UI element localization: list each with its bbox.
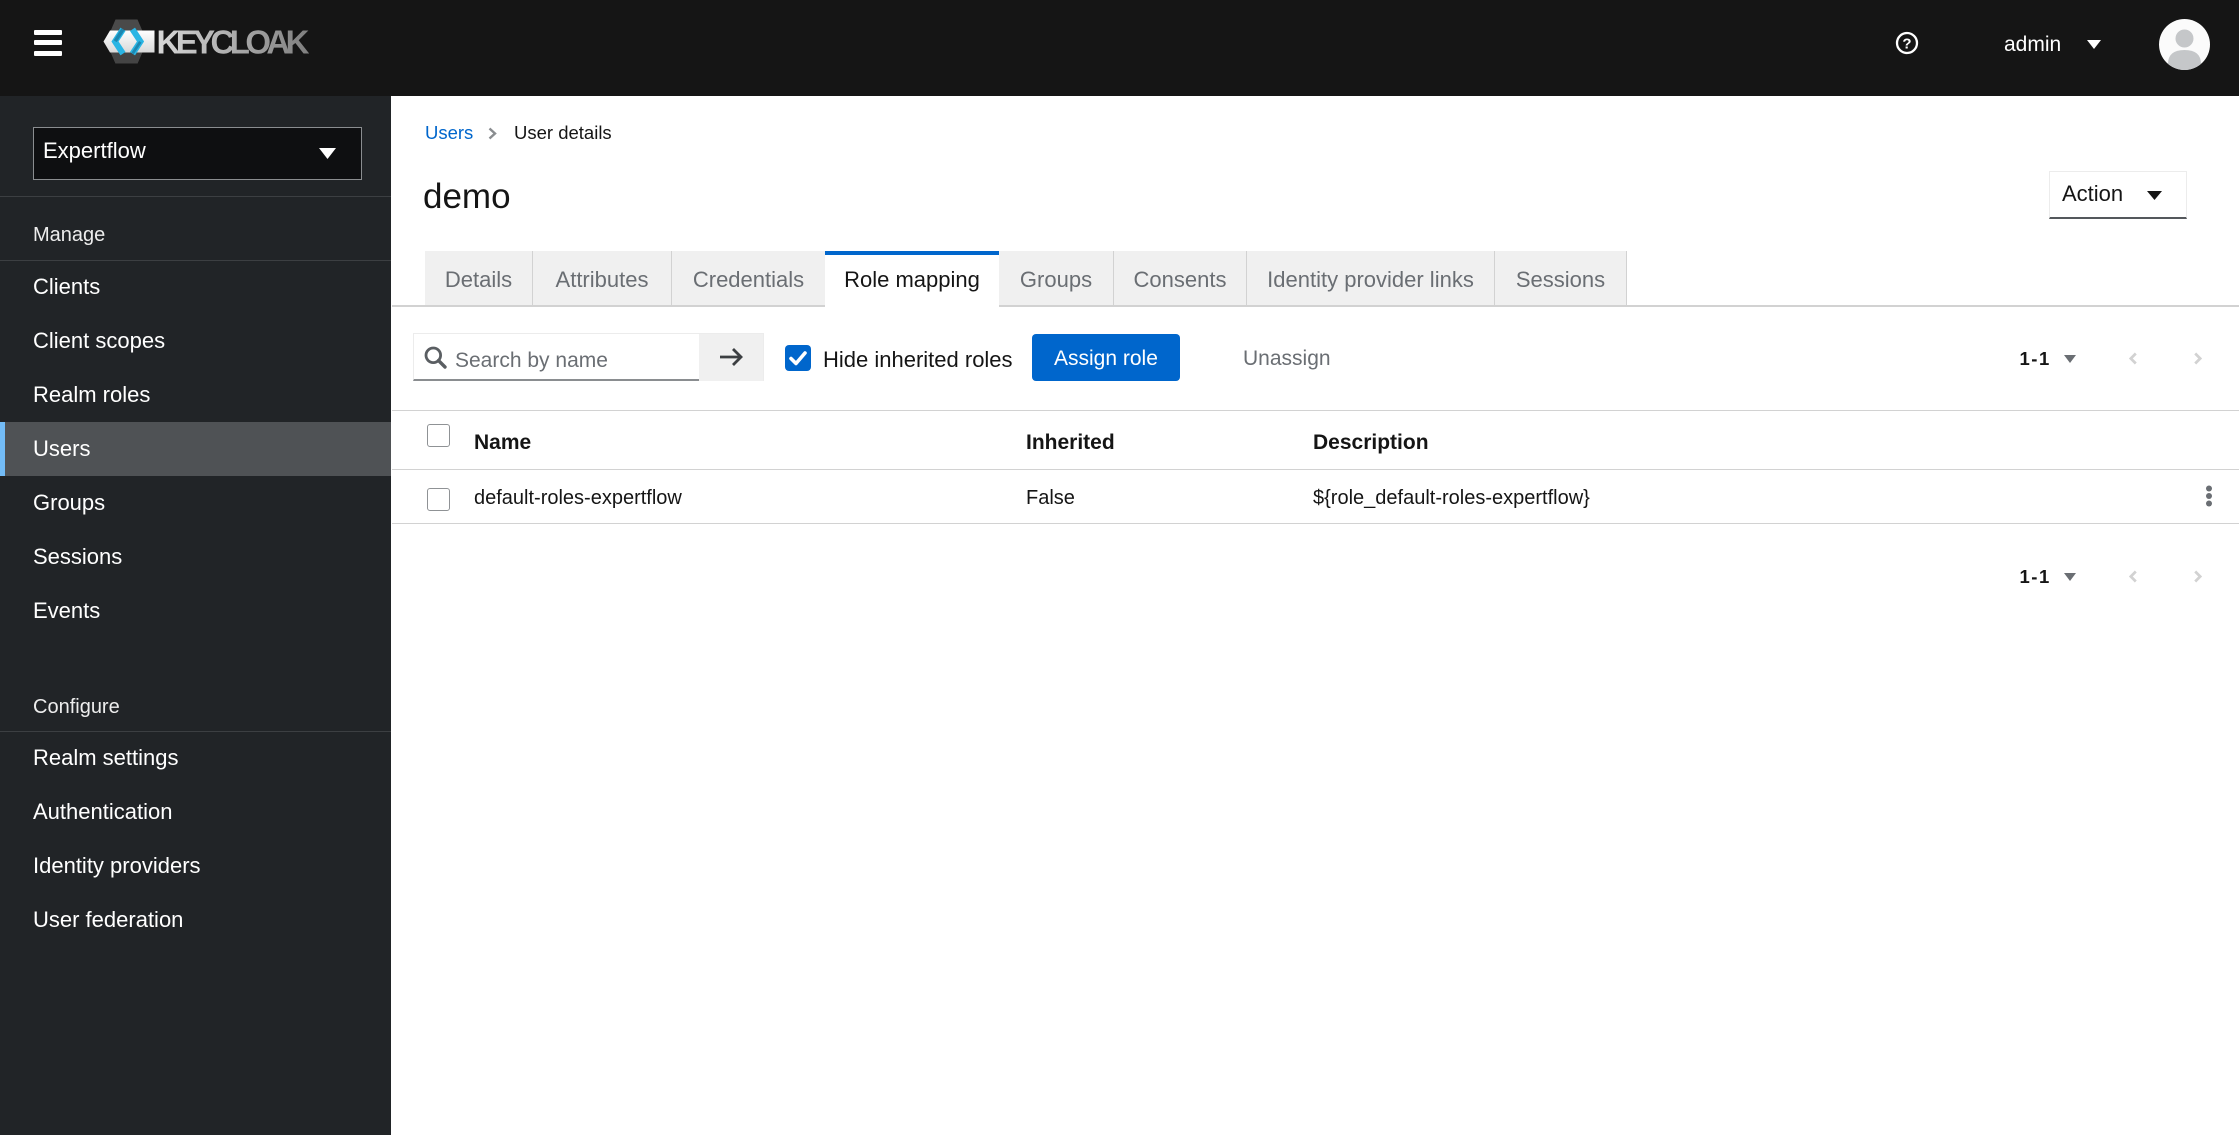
svg-text:?: ? [1902,36,1911,53]
svg-text:KEYCLOAK: KEYCLOAK [157,24,310,61]
